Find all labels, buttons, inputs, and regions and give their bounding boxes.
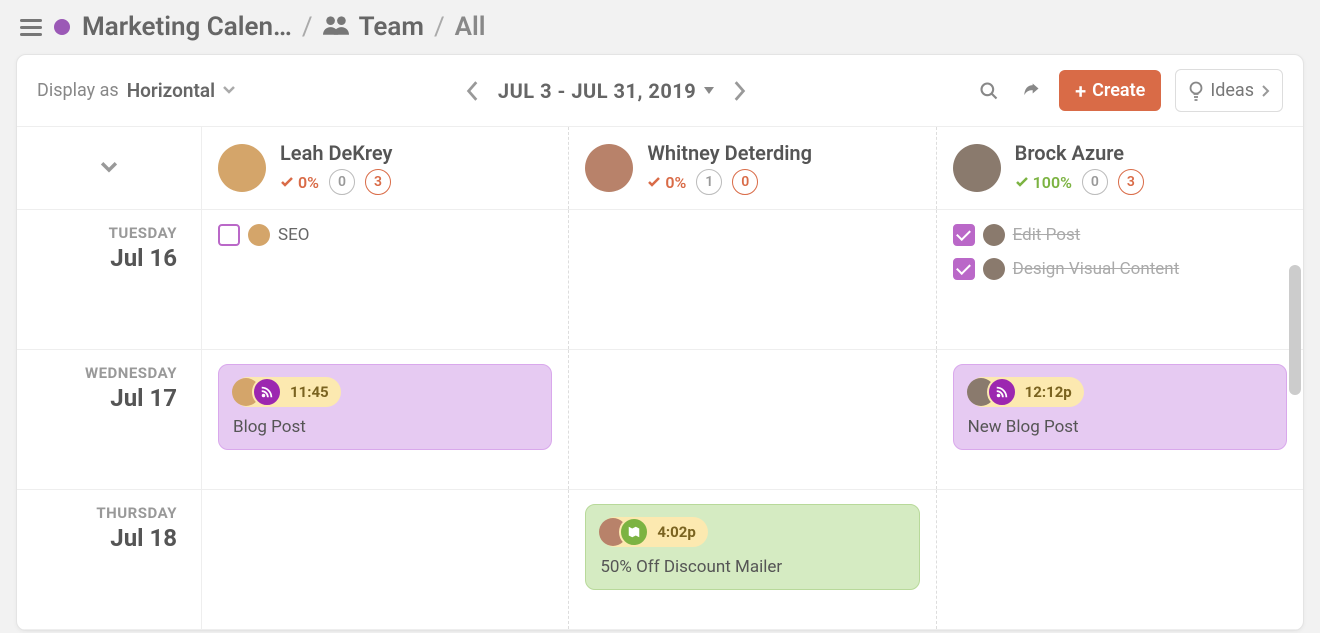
day-row: WEDNESDAY Jul 17 11:45 Blog Post [17,350,1303,490]
ideas-button[interactable]: Ideas [1175,69,1283,112]
calendar-cell[interactable]: 12:12p New Blog Post [937,350,1303,489]
chevron-down-icon[interactable] [221,81,237,101]
team-member-header[interactable]: Whitney Deterding 0% 1 0 [569,127,936,209]
task-item[interactable]: Design Visual Content [953,258,1287,280]
calendar-panel: Display as Horizontal JUL 3 - JUL 31, 20… [16,54,1304,631]
calendar-cell[interactable] [569,210,936,349]
breadcrumb-sep: / [302,12,313,42]
task-item[interactable]: SEO [218,224,552,246]
completion-percent: 100% [1015,173,1072,192]
member-name: Brock Azure [1015,141,1144,165]
stat-overdue: 0 [732,169,758,195]
create-button[interactable]: + Create [1059,70,1161,111]
day-label: THURSDAY Jul 18 [17,490,202,629]
breadcrumb: Marketing Calen… / Team / All [82,12,486,42]
day-date: Jul 17 [27,384,177,412]
breadcrumb-sep: / [434,12,445,42]
avatar [953,144,1001,192]
scrollbar[interactable] [1289,265,1301,395]
rss-icon [987,377,1017,407]
avatar [585,144,633,192]
day-of-week: TUESDAY [27,224,177,242]
event-pill: 4:02p [600,517,707,547]
checkbox[interactable] [218,224,240,246]
team-member-header[interactable]: Leah DeKrey 0% 0 3 [202,127,569,209]
rss-icon [252,377,282,407]
day-of-week: THURSDAY [27,504,177,522]
team-member-header[interactable]: Brock Azure 100% 0 3 [937,127,1303,209]
team-icon [323,12,349,42]
lightbulb-icon [1188,81,1204,101]
stat-overdue: 3 [1118,169,1144,195]
display-as-value[interactable]: Horizontal [127,79,215,102]
checkbox[interactable] [953,258,975,280]
task-name: Design Visual Content [1013,259,1180,279]
calendar-cell[interactable] [569,350,936,489]
task-name: Edit Post [1013,225,1081,245]
plus-icon: + [1075,81,1086,101]
event-title: Blog Post [233,417,537,437]
stat-open: 0 [329,169,355,195]
completion-percent: 0% [280,173,319,192]
event-pill: 11:45 [233,377,341,407]
event-title: New Blog Post [968,417,1272,437]
date-next-button[interactable] [732,80,746,102]
avatar [983,258,1005,280]
stat-open: 0 [1082,169,1108,195]
stat-open: 1 [696,169,722,195]
date-range[interactable]: JUL 3 - JUL 31, 2019 [498,79,714,103]
day-row: THURSDAY Jul 18 4:02p 50% Off Discount M… [17,490,1303,630]
breadcrumb-filter[interactable]: All [455,12,486,42]
breadcrumb-calendar[interactable]: Marketing Calen… [82,12,292,42]
event-time: 4:02p [657,523,695,541]
avatar [983,224,1005,246]
display-as-label: Display as [37,80,119,101]
calendar-cell[interactable] [202,490,569,629]
task-name: SEO [278,225,309,245]
calendar-cell[interactable]: 11:45 Blog Post [202,350,569,489]
event-time: 12:12p [1025,383,1072,401]
stat-overdue: 3 [365,169,391,195]
share-icon[interactable] [1017,77,1045,105]
event-title: 50% Off Discount Mailer [600,557,904,577]
day-of-week: WEDNESDAY [27,364,177,382]
checkbox[interactable] [953,224,975,246]
member-name: Leah DeKrey [280,141,393,165]
breadcrumb-team[interactable]: Team [359,12,424,42]
date-prev-button[interactable] [466,80,480,102]
event-card[interactable]: 4:02p 50% Off Discount Mailer [585,504,919,590]
day-date: Jul 18 [27,524,177,552]
day-row: TUESDAY Jul 16 SEO Edit Post Design Visu… [17,210,1303,350]
member-name: Whitney Deterding [647,141,812,165]
collapse-all-button[interactable] [17,127,202,209]
completion-percent: 0% [647,173,686,192]
day-label: TUESDAY Jul 16 [17,210,202,349]
calendar-cell[interactable]: SEO [202,210,569,349]
event-card[interactable]: 12:12p New Blog Post [953,364,1287,450]
day-date: Jul 16 [27,244,177,272]
event-pill: 12:12p [968,377,1084,407]
task-item[interactable]: Edit Post [953,224,1287,246]
avatar [248,224,270,246]
event-time: 11:45 [290,383,329,401]
menu-button[interactable] [20,19,42,36]
event-card[interactable]: 11:45 Blog Post [218,364,552,450]
search-icon[interactable] [975,77,1003,105]
avatar [218,144,266,192]
calendar-color-dot [54,19,70,35]
day-label: WEDNESDAY Jul 17 [17,350,202,489]
calendar-cell[interactable]: 4:02p 50% Off Discount Mailer [569,490,936,629]
calendar-cell[interactable]: Edit Post Design Visual Content [937,210,1303,349]
calendar-cell[interactable] [937,490,1303,629]
map-icon [619,517,649,547]
